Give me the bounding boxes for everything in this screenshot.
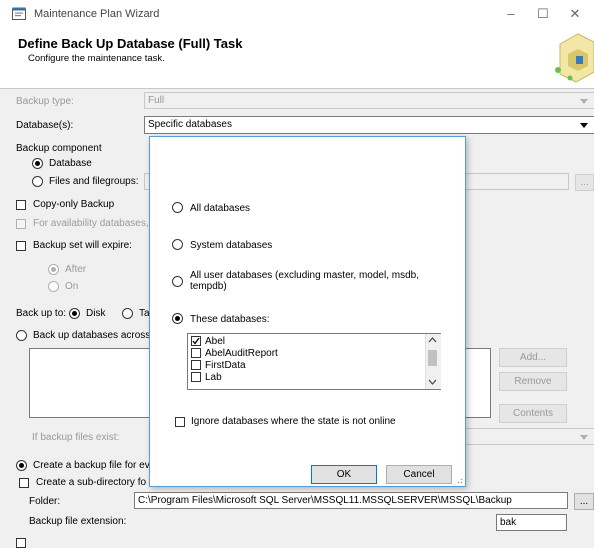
db-name-abelauditreport: AbelAuditReport — [205, 348, 278, 359]
if-exist-chevron-icon — [580, 435, 588, 440]
expire-label: Backup set will expire: — [33, 240, 132, 251]
extension-value: bak — [500, 517, 517, 528]
create-file-label: Create a backup file for eve — [33, 460, 156, 471]
files-browse-button[interactable]: ... — [575, 174, 594, 191]
folder-browse-button[interactable]: ... — [574, 493, 594, 510]
availability-checkbox[interactable] — [16, 219, 26, 229]
back-up-to-label: Back up to: — [16, 308, 67, 319]
backup-type-label: Backup type: — [16, 96, 74, 107]
tape-radio[interactable] — [122, 308, 133, 319]
across-label: Back up databases across — [33, 330, 151, 341]
expire-after-radio[interactable] — [48, 264, 59, 275]
system-databases-radio[interactable] — [172, 239, 183, 250]
minimize-button[interactable]: – — [500, 4, 522, 24]
cancel-button[interactable]: Cancel — [386, 465, 452, 484]
maximize-button[interactable]: ☐ — [532, 4, 554, 24]
close-button[interactable]: ✕ — [564, 4, 586, 24]
db-name-abel: Abel — [205, 336, 226, 347]
system-databases-label: System databases — [190, 240, 273, 251]
db-checkbox-firstdata[interactable] — [191, 360, 201, 370]
copy-only-checkbox[interactable] — [16, 200, 26, 210]
across-radio[interactable] — [16, 330, 27, 341]
all-user-databases-label: All user databases (excluding master, mo… — [190, 270, 419, 292]
resize-grip-icon[interactable] — [455, 476, 463, 484]
files-radio-label: Files and filegroups: — [49, 176, 139, 187]
if-exist-label: If backup files exist: — [32, 432, 120, 443]
databases-chevron-icon[interactable] — [580, 123, 588, 128]
tape-radio-label: Ta — [139, 308, 150, 319]
if-exist-select — [466, 428, 594, 445]
extension-label: Backup file extension: — [29, 516, 127, 527]
copy-only-label: Copy-only Backup — [33, 199, 115, 210]
folder-field[interactable]: C:\Program Files\Microsoft SQL Server\MS… — [134, 492, 568, 509]
these-databases-label: These databases: — [190, 314, 270, 325]
databases-value: Specific databases — [148, 119, 232, 130]
remove-button[interactable]: Remove — [499, 372, 567, 391]
folder-value: C:\Program Files\Microsoft SQL Server\MS… — [138, 495, 512, 506]
expire-after-label: After — [65, 264, 87, 275]
folder-label: Folder: — [29, 496, 61, 507]
db-name-firstdata: FirstData — [205, 360, 246, 371]
expire-checkbox[interactable] — [16, 241, 26, 251]
scroll-down-icon[interactable] — [428, 378, 437, 386]
disk-radio[interactable] — [69, 308, 80, 319]
availability-label: For availability databases, ig — [33, 218, 160, 229]
backup-type-chevron-icon — [580, 99, 588, 104]
database-selection-popup — [149, 136, 466, 487]
ignore-offline-label: Ignore databases where the state is not … — [191, 416, 396, 427]
add-button[interactable]: Add... — [499, 348, 567, 367]
backup-type-value: Full — [148, 95, 165, 106]
all-databases-label: All databases — [190, 203, 251, 214]
subdir-label: Create a sub-directory fo — [36, 477, 147, 488]
db-checkbox-abel[interactable] — [191, 336, 201, 346]
scroll-up-icon[interactable] — [428, 336, 437, 344]
database-radio-label: Database — [49, 158, 92, 169]
databases-label: Database(s): — [16, 120, 74, 131]
all-databases-radio[interactable] — [172, 202, 183, 213]
all-user-databases-radio[interactable] — [172, 276, 183, 287]
these-databases-radio[interactable] — [172, 313, 183, 324]
db-checkbox-lab[interactable] — [191, 372, 201, 382]
create-file-radio[interactable] — [16, 460, 27, 471]
subdir-checkbox[interactable] — [19, 478, 29, 488]
files-radio[interactable] — [32, 176, 43, 187]
db-checkbox-abelauditreport[interactable] — [191, 348, 201, 358]
contents-button[interactable]: Contents — [499, 404, 567, 423]
expire-on-radio[interactable] — [48, 281, 59, 292]
db-name-lab: Lab — [205, 372, 222, 383]
check-icon — [192, 337, 200, 345]
scroll-thumb[interactable] — [428, 350, 437, 366]
backup-component-label: Backup component — [16, 143, 102, 154]
window-title: Maintenance Plan Wizard — [34, 8, 160, 20]
page-subtitle: Configure the maintenance task. — [28, 53, 165, 64]
disk-radio-label: Disk — [86, 308, 106, 319]
wizard-graphic-icon — [548, 32, 594, 86]
app-icon — [12, 7, 26, 20]
ok-button[interactable]: OK — [311, 465, 377, 484]
expire-on-label: On — [65, 281, 79, 292]
ignore-offline-checkbox[interactable] — [175, 417, 185, 427]
databases-select[interactable]: Specific databases — [144, 116, 594, 134]
database-radio[interactable] — [32, 158, 43, 169]
backup-type-select: Full — [144, 92, 594, 109]
extension-field[interactable]: bak — [496, 514, 567, 531]
page-title: Define Back Up Database (Full) Task — [18, 36, 243, 51]
verify-checkbox[interactable] — [16, 538, 26, 548]
